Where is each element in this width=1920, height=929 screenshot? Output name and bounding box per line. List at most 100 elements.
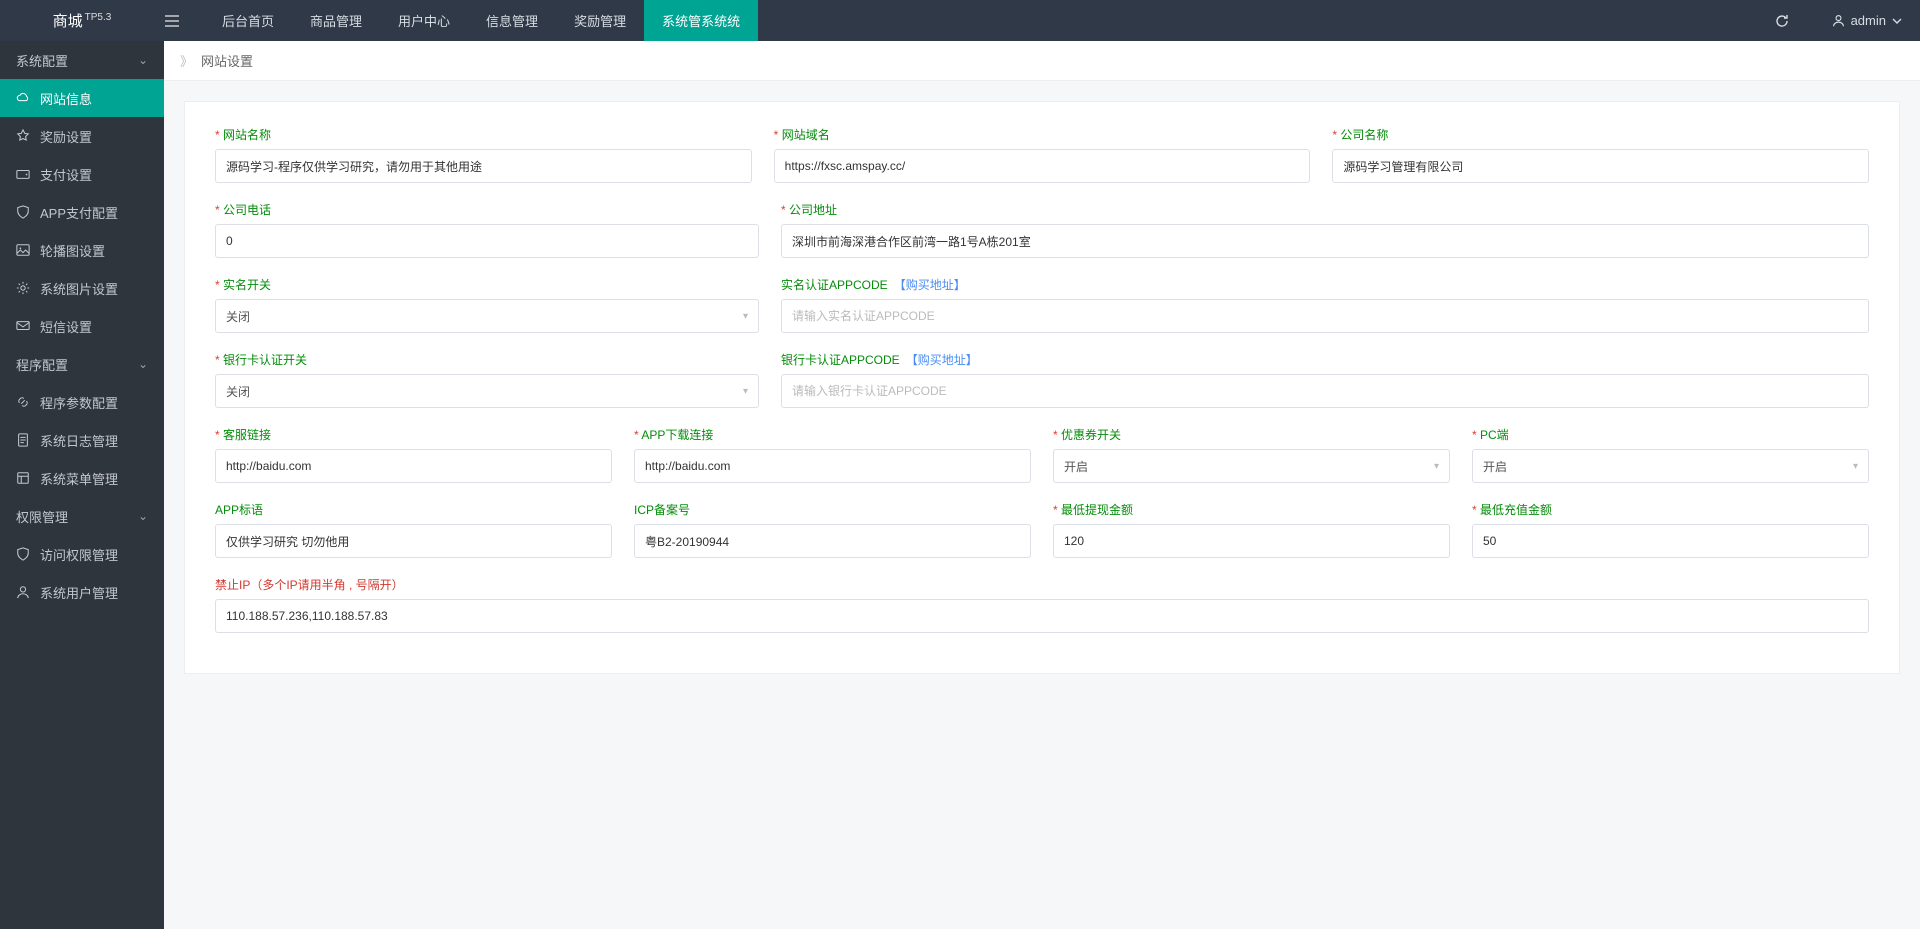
chevron-down-icon: ▾ (1434, 461, 1439, 472)
sidebar-item-label: 程序参数配置 (40, 393, 118, 412)
user-menu[interactable]: admin (1814, 13, 1920, 28)
bank-appcode-input[interactable] (781, 374, 1869, 408)
chevron-down-icon: ▾ (743, 311, 748, 322)
user-icon (16, 585, 30, 599)
select-value: 关闭 (226, 383, 250, 400)
breadcrumb: 》 网站设置 (164, 41, 1920, 81)
company-phone-input[interactable] (215, 224, 759, 258)
gear-icon (16, 281, 30, 295)
chevron-down-icon: ⌄ (138, 509, 148, 523)
label-min-withdraw: 最低提现金额 (1053, 501, 1450, 518)
sidebar-item-label: 系统日志管理 (40, 431, 118, 450)
label-bank-appcode: 银行卡认证APPCODE【购买地址】 (781, 351, 1869, 368)
coupon-switch-select[interactable]: 开启 ▾ (1053, 449, 1450, 483)
toggle-sidebar-button[interactable] (164, 13, 204, 29)
sidebar-item[interactable]: 程序参数配置 (0, 383, 164, 421)
site-domain-input[interactable] (774, 149, 1311, 183)
pc-switch-select[interactable]: 开启 ▾ (1472, 449, 1869, 483)
sidebar-item-label: 奖励设置 (40, 127, 92, 146)
app-download-input[interactable] (634, 449, 1031, 483)
label-app-download: APP下载连接 (634, 426, 1031, 443)
sidebar-item[interactable]: 系统图片设置 (0, 269, 164, 307)
chevron-down-icon: ▾ (1853, 461, 1858, 472)
shield-icon (16, 205, 30, 219)
ban-ip-input[interactable] (215, 599, 1869, 633)
sidebar-item[interactable]: 轮播图设置 (0, 231, 164, 269)
min-recharge-input[interactable] (1472, 524, 1869, 558)
icp-input[interactable] (634, 524, 1031, 558)
topnav-item[interactable]: 后台首页 (204, 0, 292, 41)
select-value: 开启 (1483, 458, 1507, 475)
sidebar-item-label: 轮播图设置 (40, 241, 105, 260)
sidebar-group-label: 系统配置 (16, 51, 68, 70)
sidebar-item[interactable]: 系统日志管理 (0, 421, 164, 459)
service-url-input[interactable] (215, 449, 612, 483)
label-company-name: 公司名称 (1332, 126, 1869, 143)
refresh-button[interactable] (1774, 13, 1814, 29)
min-withdraw-input[interactable] (1053, 524, 1450, 558)
sidebar-item-label: APP支付配置 (40, 203, 118, 222)
company-name-input[interactable] (1332, 149, 1869, 183)
sidebar-item-label: 系统图片设置 (40, 279, 118, 298)
realname-appcode-buy-link[interactable]: 【购买地址】 (894, 278, 966, 292)
sidebar-item-label: 网站信息 (40, 89, 92, 108)
bank-appcode-buy-link[interactable]: 【购买地址】 (906, 353, 978, 367)
sidebar-group-label: 权限管理 (16, 507, 68, 526)
sidebar-item-label: 系统用户管理 (40, 583, 118, 602)
sidebar-item-label: 支付设置 (40, 165, 92, 184)
sidebar-group-auth[interactable]: 权限管理 ⌄ (0, 497, 164, 535)
msg-icon (16, 319, 30, 333)
site-name-input[interactable] (215, 149, 752, 183)
topnav-item[interactable]: 信息管理 (468, 0, 556, 41)
label-company-addr: 公司地址 (781, 201, 1869, 218)
label-coupon-switch: 优惠券开关 (1053, 426, 1450, 443)
app-slogan-input[interactable] (215, 524, 612, 558)
topnav-item[interactable]: 商品管理 (292, 0, 380, 41)
topnav-item[interactable]: 用户中心 (380, 0, 468, 41)
sidebar-item[interactable]: 奖励设置 (0, 117, 164, 155)
label-ban-ip: 禁止IP（多个IP请用半角 , 号隔开） (215, 576, 1869, 593)
sidebar-item[interactable]: 网站信息 (0, 79, 164, 117)
realname-appcode-input[interactable] (781, 299, 1869, 333)
label-pc-switch: PC端 (1472, 426, 1869, 443)
sidebar-group-system[interactable]: 系统配置 ⌄ (0, 41, 164, 79)
sidebar: 系统配置 ⌄ 网站信息奖励设置支付设置 APP支付配置轮播图设置系统图片设置短信设… (0, 41, 164, 929)
chevron-down-icon: ▾ (743, 386, 748, 397)
wallet-icon (16, 167, 30, 181)
sidebar-item[interactable]: 系统菜单管理 (0, 459, 164, 497)
sidebar-item-label: 短信设置 (40, 317, 92, 336)
company-addr-input[interactable] (781, 224, 1869, 258)
realname-switch-select[interactable]: 关闭 ▾ (215, 299, 759, 333)
bank-switch-select[interactable]: 关闭 ▾ (215, 374, 759, 408)
brand-name: 商城 (53, 13, 83, 30)
label-site-name: 网站名称 (215, 126, 752, 143)
sidebar-item-label: 访问权限管理 (40, 545, 118, 564)
label-service-url: 客服链接 (215, 426, 612, 443)
topnav-item[interactable]: 系统管系统统 (644, 0, 758, 41)
sidebar-item[interactable]: 短信设置 (0, 307, 164, 345)
select-value: 开启 (1064, 458, 1088, 475)
star-icon (16, 129, 30, 143)
select-value: 关闭 (226, 308, 250, 325)
sidebar-item-label: 系统菜单管理 (40, 469, 118, 488)
brand-version: TP5.3 (85, 12, 112, 23)
sidebar-group-program[interactable]: 程序配置 ⌄ (0, 345, 164, 383)
label-company-phone: 公司电话 (215, 201, 759, 218)
breadcrumb-icon: 》 (180, 51, 191, 70)
sidebar-item[interactable]: 系统用户管理 (0, 573, 164, 611)
sidebar-item[interactable]: 支付设置 (0, 155, 164, 193)
shield-icon (16, 547, 30, 561)
chevron-down-icon: ⌄ (138, 53, 148, 67)
topnav-item[interactable]: 奖励管理 (556, 0, 644, 41)
label-min-recharge: 最低充值金额 (1472, 501, 1869, 518)
label-app-slogan: APP标语 (215, 501, 612, 518)
chevron-down-icon: ⌄ (138, 357, 148, 371)
label-site-domain: 网站域名 (774, 126, 1311, 143)
sidebar-item[interactable]: 访问权限管理 (0, 535, 164, 573)
user-icon (1832, 14, 1845, 27)
label-realname-switch: 实名开关 (215, 276, 759, 293)
image-icon (16, 243, 30, 257)
brand: 商城TP5.3 (0, 10, 164, 31)
sidebar-item[interactable]: APP支付配置 (0, 193, 164, 231)
chevron-down-icon (1892, 16, 1902, 26)
